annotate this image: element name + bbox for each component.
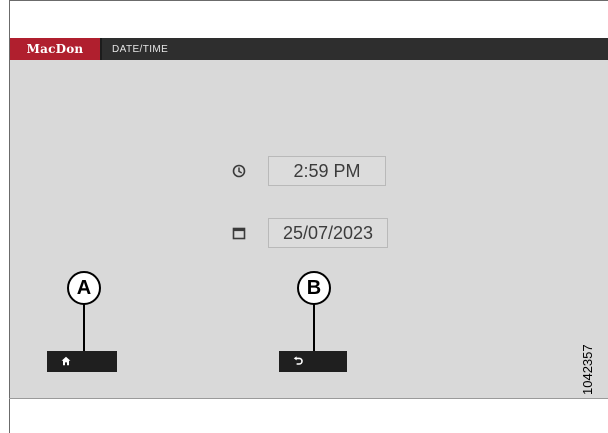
- home-button[interactable]: [47, 351, 117, 372]
- date-row: 25/07/2023: [232, 218, 388, 248]
- date-field[interactable]: 25/07/2023: [268, 218, 388, 248]
- time-field[interactable]: 2:59 PM: [268, 156, 386, 186]
- title-bar: MacDon DATE/TIME: [10, 38, 608, 60]
- clock-icon: [232, 164, 246, 178]
- callout-a: A: [67, 271, 101, 305]
- time-row: 2:59 PM: [232, 156, 386, 186]
- screen-title: DATE/TIME: [112, 43, 169, 55]
- calendar-icon: [232, 226, 246, 240]
- callout-a-leader: [83, 304, 85, 352]
- brand-logo: MacDon: [10, 38, 102, 60]
- callout-b: B: [297, 271, 331, 305]
- callout-b-leader: [313, 304, 315, 352]
- home-icon: [61, 353, 71, 371]
- back-button[interactable]: [279, 351, 347, 372]
- frame-bottom-border: [9, 398, 608, 399]
- back-arrow-icon: [293, 353, 303, 371]
- figure-number: 1042357: [580, 344, 595, 395]
